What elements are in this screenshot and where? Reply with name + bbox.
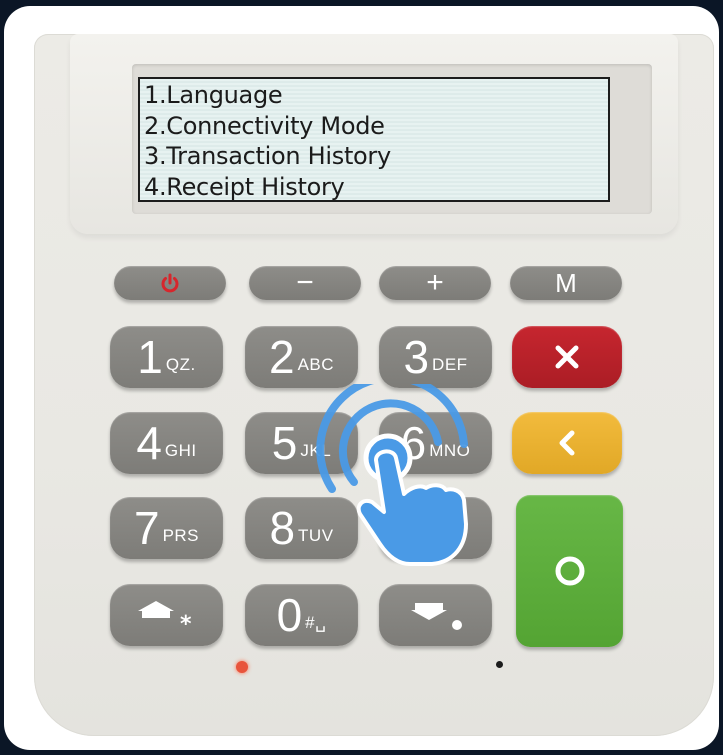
- key-1[interactable]: 1 QZ.: [110, 326, 223, 388]
- back-button[interactable]: [512, 412, 622, 474]
- key-4-letters: GHI: [164, 441, 197, 460]
- key-7-digit: 7: [133, 502, 160, 554]
- menu-item-language[interactable]: 1.Language: [144, 80, 604, 111]
- key-7-letters: PRS: [162, 526, 200, 545]
- key-7[interactable]: 7 PRS: [110, 497, 223, 559]
- back-chevron-icon: [559, 430, 575, 456]
- key-1-letters: QZ.: [165, 355, 196, 374]
- menu-item-transaction-history[interactable]: 3.Transaction History: [144, 141, 604, 172]
- key-3-digit: 3: [403, 331, 430, 383]
- shift-down-dot-icon: [410, 603, 462, 630]
- minus-label: −: [296, 266, 314, 299]
- key-2[interactable]: 2 ABC: [245, 326, 358, 388]
- shift-up-star-icon: *: [137, 601, 192, 637]
- lcd-menu-screen: 1.Language 2.Connectivity Mode 3.Transac…: [138, 77, 610, 202]
- svg-text:*: *: [180, 612, 192, 637]
- tap-hand-icon: [316, 384, 468, 566]
- key-1-digit: 1: [137, 331, 163, 383]
- key-3-letters: DEF: [432, 355, 468, 374]
- minus-button[interactable]: −: [249, 266, 361, 300]
- cancel-button[interactable]: [512, 326, 622, 388]
- status-led-red: [236, 661, 248, 673]
- key-4-digit: 4: [136, 417, 162, 469]
- screenshot-card: 1.Language 2.Connectivity Mode 3.Transac…: [4, 6, 719, 750]
- status-led-dot: [496, 661, 503, 668]
- key-0-letters: #␣: [305, 613, 327, 632]
- close-icon: [555, 345, 579, 369]
- menu-item-receipt-history[interactable]: 4.Receipt History: [144, 172, 604, 203]
- key-0[interactable]: 0 #␣: [245, 584, 358, 646]
- menu-button[interactable]: M: [510, 266, 622, 300]
- menu-item-connectivity-mode[interactable]: 2.Connectivity Mode: [144, 111, 604, 142]
- key-8-digit: 8: [269, 502, 296, 554]
- key-2-letters: ABC: [297, 355, 335, 374]
- menu-label: M: [555, 267, 577, 298]
- power-icon: [161, 273, 179, 293]
- plus-label: +: [426, 266, 444, 299]
- key-4[interactable]: 4 GHI: [110, 412, 223, 474]
- power-button[interactable]: [114, 266, 226, 300]
- enter-button[interactable]: [516, 495, 623, 647]
- key-2-digit: 2: [268, 331, 295, 383]
- key-5-digit: 5: [271, 417, 298, 469]
- shift-down-dot-key[interactable]: [379, 584, 492, 646]
- key-0-digit: 0: [276, 589, 303, 641]
- enter-circle-icon: [555, 556, 584, 586]
- key-3[interactable]: 3 DEF: [379, 326, 492, 388]
- plus-button[interactable]: +: [379, 266, 491, 300]
- shift-up-star-key[interactable]: *: [110, 584, 223, 646]
